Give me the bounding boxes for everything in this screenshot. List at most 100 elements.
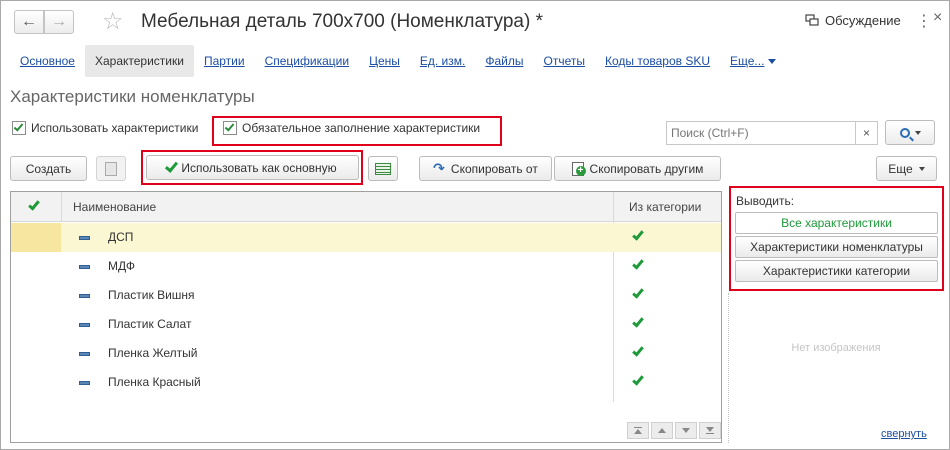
arrow-right-icon: → (51, 13, 67, 30)
tab-reports[interactable]: Отчеты (533, 45, 594, 77)
column-divider (61, 192, 62, 222)
tab-more[interactable]: Еще... (720, 45, 786, 77)
characteristics-table: Наименование Из категории ДСП МДФ Пласти… (10, 191, 722, 443)
tab-characteristics[interactable]: Характеристики (84, 45, 194, 77)
copy-add-icon (571, 161, 586, 176)
window-title: Мебельная деталь 700x700 (Номенклатура) … (141, 11, 543, 32)
copy-to-others-label: Скопировать другим (589, 161, 704, 176)
row-marker (11, 223, 61, 252)
characteristic-item-icon (79, 236, 90, 240)
scroll-up-button[interactable] (651, 422, 673, 439)
table-row[interactable]: МДФ (11, 252, 721, 281)
create-button[interactable]: Создать (10, 156, 87, 181)
checkmark-icon (632, 373, 644, 386)
search-button[interactable] (885, 120, 935, 145)
characteristic-item-icon (79, 381, 90, 385)
show-category-characteristics-button[interactable]: Характеристики категории (735, 260, 938, 282)
tab-specifications[interactable]: Спецификации (255, 45, 359, 77)
show-all-characteristics-button[interactable]: Все характеристики (735, 212, 938, 234)
checkmark-icon (28, 198, 40, 211)
scroll-bottom-bar-icon (706, 433, 714, 434)
search-box: × (666, 121, 878, 145)
output-filter-panel: Выводить: Все характеристики Характерист… (729, 186, 944, 291)
search-clear-button[interactable]: × (855, 122, 877, 144)
tab-batches[interactable]: Партии (194, 45, 255, 77)
from-category-check (632, 344, 644, 357)
characteristic-item-icon (79, 323, 90, 327)
checkmark-icon (632, 257, 644, 270)
copy-item-button[interactable] (96, 156, 126, 181)
window-menu-button[interactable]: ⋮ (916, 11, 932, 31)
row-name: Пленка Желтый (108, 346, 198, 360)
search-input[interactable] (667, 122, 855, 144)
characteristic-item-icon (79, 265, 90, 269)
column-header-name[interactable]: Наименование (73, 192, 156, 222)
scroll-down-button[interactable] (675, 422, 697, 439)
use-characteristics-label: Использовать характеристики (31, 121, 199, 135)
characteristic-item-icon (79, 294, 90, 298)
show-item-characteristics-button[interactable]: Характеристики номенклатуры (735, 236, 938, 258)
row-marker (11, 281, 61, 310)
from-category-check (632, 228, 644, 241)
more-label: Еще (888, 161, 913, 176)
tab-files[interactable]: Файлы (475, 45, 533, 77)
table-row[interactable]: Пленка Красный (11, 368, 721, 397)
tab-main[interactable]: Основное (10, 45, 85, 77)
no-image-placeholder: Нет изображения (791, 342, 881, 354)
header-check-column[interactable] (28, 198, 40, 211)
row-name: Пластик Салат (108, 317, 192, 331)
curved-arrow-icon: ↷ (433, 160, 445, 176)
table-header: Наименование Из категории (11, 192, 721, 222)
arrow-down-icon (706, 427, 714, 432)
use-as-main-label: Использовать как основную (181, 160, 337, 175)
tab-prices[interactable]: Цены (359, 45, 410, 77)
use-characteristics-option[interactable]: Использовать характеристики (12, 121, 198, 135)
from-category-check (632, 373, 644, 386)
chevron-down-icon (768, 58, 777, 64)
row-name: ДСП (108, 230, 134, 244)
tab-sku-codes[interactable]: Коды товаров SKU (595, 45, 720, 77)
tab-bar: Основное Характеристики Партии Специфика… (10, 45, 786, 77)
table-scroll-controls (627, 422, 721, 439)
favorite-star-icon[interactable]: ☆ (102, 7, 124, 37)
discussion-label: Обсуждение (825, 13, 901, 28)
close-button[interactable]: × (933, 9, 942, 27)
required-fill-checkbox[interactable] (223, 121, 237, 135)
row-marker (11, 368, 61, 397)
checkmark-icon (632, 344, 644, 357)
required-fill-option[interactable]: Обязательное заполнение характеристики (223, 121, 480, 135)
panel-divider (728, 293, 729, 443)
chevron-down-icon (918, 166, 925, 171)
chevron-down-icon (914, 130, 921, 135)
forward-button[interactable]: → (44, 10, 74, 34)
collapse-link[interactable]: свернуть (881, 428, 927, 440)
use-as-main-button[interactable]: Использовать как основную (146, 155, 359, 180)
more-button[interactable]: Еще (876, 156, 937, 181)
tab-units[interactable]: Ед. изм. (410, 45, 475, 77)
row-name: МДФ (108, 259, 135, 273)
characteristics-table-button[interactable] (368, 156, 398, 181)
from-category-check (632, 257, 644, 270)
checkmark-icon (165, 158, 179, 173)
use-characteristics-checkbox[interactable] (12, 121, 26, 135)
checkmark-icon (224, 121, 235, 132)
scroll-to-top-button[interactable] (627, 422, 649, 439)
copy-from-button[interactable]: ↷ Скопировать от (419, 156, 552, 181)
row-name: Пленка Красный (108, 375, 201, 389)
copy-to-others-button[interactable]: Скопировать другим (554, 156, 721, 181)
scroll-to-bottom-button[interactable] (699, 422, 721, 439)
section-title: Характеристики номенклатуры (10, 87, 255, 106)
table-row[interactable]: ДСП (11, 223, 721, 252)
column-header-from-category[interactable]: Из категории (629, 192, 701, 222)
window-frame: ← → ☆ Мебельная деталь 700x700 (Номенкла… (0, 0, 950, 450)
row-marker (11, 310, 61, 339)
checkmark-icon (632, 315, 644, 328)
table-row[interactable]: Пластик Салат (11, 310, 721, 339)
characteristic-item-icon (79, 352, 90, 356)
checkmark-icon (632, 286, 644, 299)
back-button[interactable]: ← (14, 10, 44, 34)
table-row[interactable]: Пленка Желтый (11, 339, 721, 368)
table-row[interactable]: Пластик Вишня (11, 281, 721, 310)
checkmark-icon (13, 121, 24, 132)
discussion-button[interactable]: Обсуждение (805, 13, 901, 28)
